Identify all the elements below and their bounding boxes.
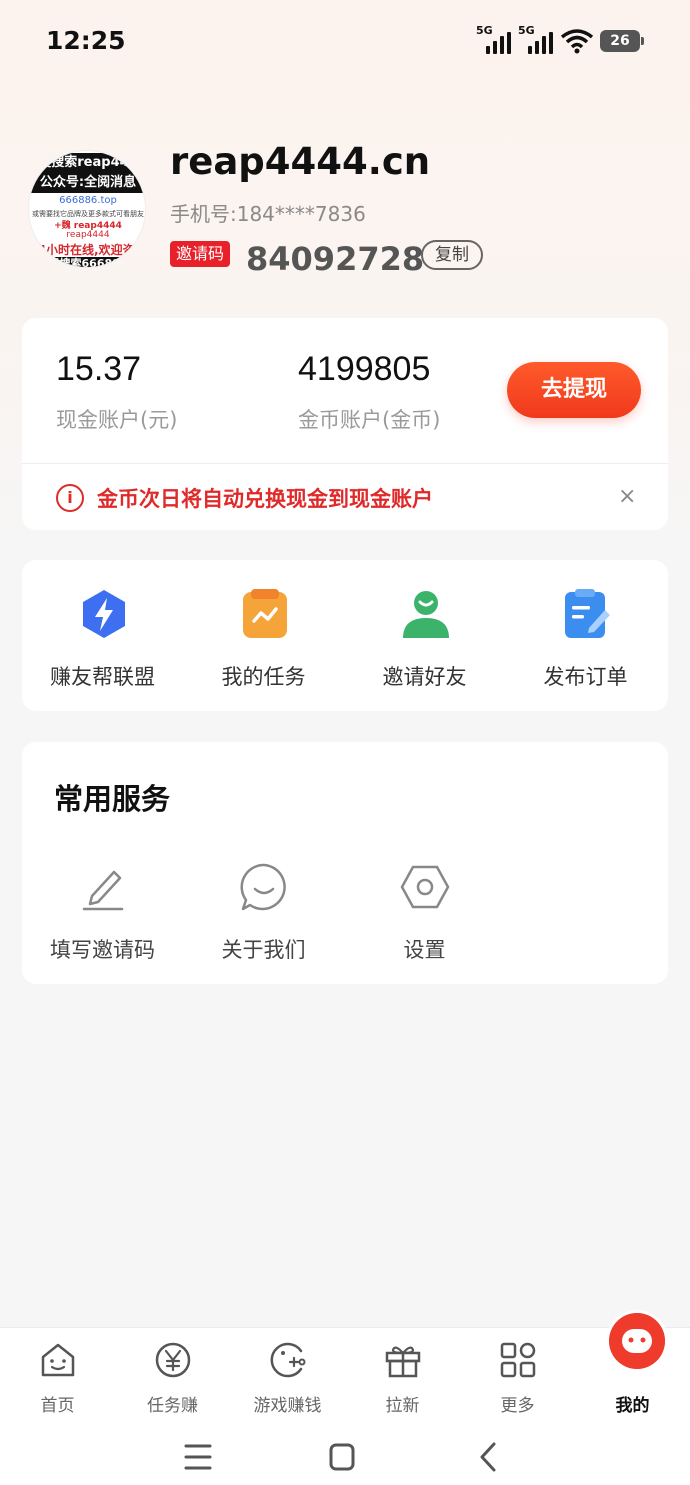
avatar-text: 公众号:全阅消息 xyxy=(29,173,145,193)
service-fill-invite-code[interactable]: 填写邀请码 xyxy=(22,862,183,972)
signal-icon: 5G xyxy=(476,24,511,54)
settings-hexagon-icon xyxy=(400,865,450,909)
divider xyxy=(22,463,668,464)
menu-item-label: 邀请好友 xyxy=(382,665,467,689)
cash-balance[interactable]: 15.37 xyxy=(56,350,141,389)
invite-code: 84092728 xyxy=(246,240,425,278)
chat-smile-icon xyxy=(240,863,286,911)
system-nav-bar xyxy=(0,1430,690,1485)
coin-balance[interactable]: 4199805 xyxy=(298,350,430,389)
profile-face-icon xyxy=(609,1313,665,1369)
tab-label: 拉新 xyxy=(385,1396,420,1416)
signal-icon: 5G xyxy=(518,24,553,54)
quick-menu: 赚友帮联盟 我的任务 邀请好友 发布订单 xyxy=(22,560,668,711)
copy-button[interactable]: 复制 xyxy=(421,240,483,270)
lightning-hexagon-icon xyxy=(83,590,125,638)
back-icon[interactable] xyxy=(458,1430,518,1485)
service-label: 填写邀请码 xyxy=(50,938,155,962)
home-icon xyxy=(41,1343,75,1377)
pencil-icon xyxy=(82,870,124,911)
tab-invite-new[interactable]: 拉新 xyxy=(345,1328,460,1428)
avatar-text: reap4444 xyxy=(66,230,110,240)
service-settings[interactable]: 设置 xyxy=(344,862,505,972)
tab-more[interactable]: 更多 xyxy=(460,1328,575,1428)
account-card: 15.37 现金账户(元) 4199805 金币账户(金币) 去提现 i 金币次… xyxy=(22,318,668,530)
menu-item-label: 发布订单 xyxy=(543,665,628,689)
avatar[interactable]: 度搜索reap444 公众号:全阅消息 666886.top 或需要找它品牌及更… xyxy=(28,150,146,268)
home-square-icon[interactable] xyxy=(312,1430,372,1485)
tab-home[interactable]: 首页 xyxy=(0,1328,115,1428)
withdraw-button[interactable]: 去提现 xyxy=(507,362,641,418)
person-icon xyxy=(403,591,449,638)
service-about-us[interactable]: 关于我们 xyxy=(183,862,344,972)
menu-item-label: 我的任务 xyxy=(221,665,306,689)
phone-number: 手机号:184****7836 xyxy=(170,202,366,226)
menu-item-my-tasks[interactable]: 我的任务 xyxy=(183,560,344,711)
cash-account-label: 现金账户(元) xyxy=(56,408,178,432)
tab-label: 任务赚 xyxy=(147,1396,198,1416)
tab-game-earn[interactable]: 游戏赚钱 xyxy=(230,1328,345,1428)
menu-item-invite-friends[interactable]: 邀请好友 xyxy=(344,560,505,711)
service-label: 关于我们 xyxy=(221,938,306,962)
status-bar: 12:25 5G 5G 26 xyxy=(0,0,690,84)
service-label: 设置 xyxy=(403,938,446,962)
menu-icon[interactable] xyxy=(168,1430,228,1485)
tab-task-earn[interactable]: 任务赚 xyxy=(115,1328,230,1428)
info-icon: i xyxy=(56,484,84,512)
yen-coin-icon xyxy=(155,1342,191,1378)
grid-icon xyxy=(500,1342,536,1378)
avatar-text: 24小时在线,欢迎咨询 xyxy=(29,243,146,257)
game-icon xyxy=(270,1342,306,1378)
tab-label: 游戏赚钱 xyxy=(253,1396,322,1416)
notice-text: 金币次日将自动兑换现金到现金账户 xyxy=(97,487,433,511)
common-services: 常用服务 填写邀请码 关于我们 设置 xyxy=(22,742,668,984)
user-name: reap4444.cn xyxy=(170,140,431,183)
task-clipboard-icon xyxy=(243,589,287,638)
tab-label: 我的 xyxy=(615,1396,650,1416)
battery-icon: 26 xyxy=(600,30,644,52)
avatar-text: 666886.top xyxy=(59,195,117,206)
coin-account-label: 金币账户(金币) xyxy=(298,408,441,432)
gift-icon xyxy=(385,1346,421,1378)
menu-item-alliance[interactable]: 赚友帮联盟 xyxy=(22,560,183,711)
close-icon[interactable]: × xyxy=(618,484,636,510)
note-pencil-icon xyxy=(565,589,610,638)
invite-code-badge: 邀请码 xyxy=(170,241,231,267)
wifi-icon xyxy=(560,29,594,54)
avatar-text: 度搜索reap444 xyxy=(29,153,145,173)
avatar-text: 器搜索666886 xyxy=(29,257,145,267)
tab-label: 更多 xyxy=(500,1396,535,1416)
tab-label: 首页 xyxy=(40,1396,75,1416)
section-title: 常用服务 xyxy=(54,782,171,816)
tab-mine-bubble[interactable] xyxy=(609,1313,665,1369)
menu-item-label: 赚友帮联盟 xyxy=(50,665,155,689)
menu-item-publish-order[interactable]: 发布订单 xyxy=(505,560,666,711)
status-time: 12:25 xyxy=(46,26,126,55)
